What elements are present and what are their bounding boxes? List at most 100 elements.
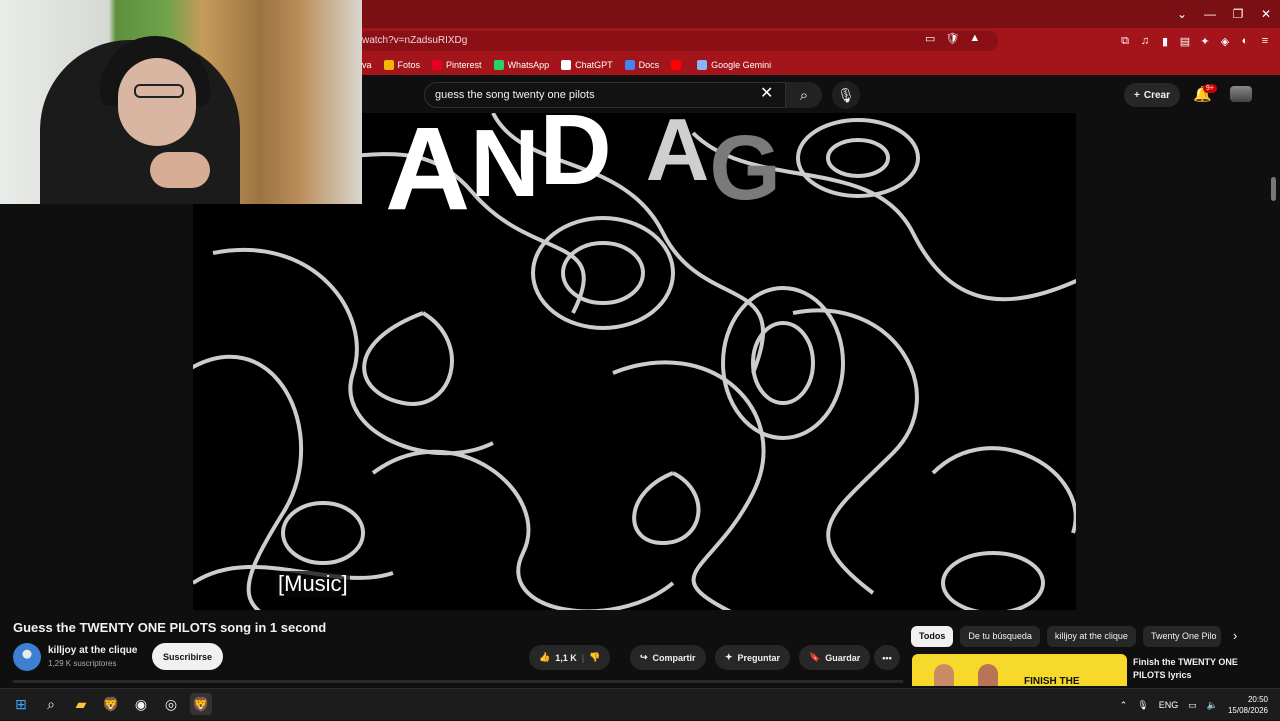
date: 15/08/2026 [1227, 706, 1268, 715]
network-icon[interactable]: ▭ [1188, 700, 1197, 711]
wallet-icon[interactable]: ▤ [1178, 31, 1192, 51]
divider: | [581, 652, 585, 663]
channel-avatar[interactable] [13, 643, 41, 671]
minimize-button[interactable]: — [1196, 0, 1224, 28]
comments-divider [13, 680, 903, 683]
like-button[interactable]: 👍 1,1 K | 👎 [529, 645, 611, 670]
bookmark-label: WhatsApp [507, 59, 550, 70]
bookmark-item[interactable] [671, 59, 685, 70]
bookmark-item[interactable]: va [362, 60, 372, 70]
windows-start-icon[interactable]: ⊞ [10, 693, 32, 715]
webcam-face [118, 58, 196, 146]
app-icon-2[interactable]: ◎ [160, 693, 182, 715]
lyric-letter: A [645, 100, 710, 199]
share-label: Compartir [652, 652, 696, 663]
bookmark-label: ChatGPT [575, 59, 613, 70]
thumb-face [978, 664, 998, 686]
thumb-face [934, 664, 954, 686]
language-indicator[interactable]: ENG [1159, 700, 1179, 710]
search-icon[interactable]: ⌕ [40, 693, 62, 715]
more-icon: ••• [882, 652, 892, 663]
bookmark-icon: 🔖 [809, 652, 821, 662]
ask-button[interactable]: ✦ Preguntar [715, 645, 791, 670]
sidebar-icon[interactable]: ▮ [1158, 31, 1172, 51]
chevron-down-icon[interactable]: ⌄ [1168, 0, 1196, 28]
sparkle-icon: ✦ [725, 652, 733, 662]
chevron-up-icon[interactable]: ⌃ [1120, 700, 1128, 711]
brave-icon[interactable]: 🦁 [100, 693, 122, 715]
lyric-letter: N [470, 110, 540, 217]
bookmark-label: Pinterest [446, 59, 482, 70]
share-button[interactable]: ↪ Compartir [630, 645, 706, 670]
extensions-icon[interactable]: ⧉ [1118, 31, 1132, 51]
chip-todos[interactable]: Todos [911, 626, 954, 647]
bookmark-item[interactable]: Pinterest [432, 59, 482, 70]
brave-active-icon[interactable]: 🦁 [190, 693, 212, 715]
bookmark-icon [624, 59, 635, 70]
brave-shield-icon[interactable]: 🛡 [945, 32, 959, 45]
time: 20:50 [1247, 695, 1268, 704]
lyric-letter: D [539, 94, 612, 206]
window-controls: ⌄ — ❐ ✕ [1168, 0, 1280, 28]
scrollbar[interactable] [1270, 113, 1278, 673]
bookmark-label: Fotos [397, 59, 421, 70]
more-actions-button[interactable]: ••• [874, 645, 900, 670]
chip-artist[interactable]: Twenty One Pilo [1142, 626, 1221, 647]
lyric-letter: A [385, 103, 471, 235]
save-button[interactable]: 🔖 Guardar [799, 645, 871, 670]
brave-rewards-icon[interactable]: ▲ [969, 32, 980, 45]
bookmark-item[interactable]: WhatsApp [493, 59, 550, 70]
bookmark-icon [671, 59, 682, 70]
lyric-text: A N D A G [385, 100, 781, 228]
menu-icon[interactable]: ≡ [1258, 31, 1272, 51]
related-thumbnail[interactable]: FINISH THE [912, 654, 1127, 686]
like-count: 1,1 K [555, 652, 577, 663]
bookmark-item[interactable]: Docs [624, 59, 659, 70]
chip-from-search[interactable]: De tu búsqueda [960, 626, 1040, 647]
ai-icon[interactable]: ✦ [1198, 31, 1212, 51]
voice-search-button[interactable]: 🎙 [832, 81, 860, 109]
microphone-icon[interactable]: 🎙 [1137, 700, 1148, 711]
bookmark-label: va [362, 59, 372, 70]
vpn-icon[interactable]: ◈ [1218, 31, 1232, 51]
webcam-hands [150, 152, 210, 188]
chevron-right-icon[interactable]: › [1233, 628, 1237, 643]
search-button[interactable]: ⌕ [786, 82, 822, 108]
chip-channel[interactable]: killjoy at the clique [1046, 626, 1136, 647]
music-icon[interactable]: ♫ [1138, 31, 1152, 51]
bookmark-icon [432, 59, 443, 70]
profile-icon[interactable]: ◐ [1238, 31, 1252, 51]
subscribe-button[interactable]: Suscribirse [152, 643, 224, 670]
clock[interactable]: 20:50 15/08/2026 [1228, 694, 1268, 716]
channel-name[interactable]: killjoy at the clique [48, 645, 137, 656]
bookmark-icon [697, 59, 708, 70]
bookmark-item[interactable]: ChatGPT [561, 59, 613, 70]
video-title: Guess the TWENTY ONE PILOTS song in 1 se… [13, 620, 327, 635]
bookmark-item[interactable]: Fotos [383, 59, 421, 70]
avatar[interactable] [1230, 86, 1252, 102]
thumbs-up-icon: 👍 [539, 652, 551, 662]
webcam-glasses [134, 84, 184, 98]
cast-icon[interactable]: ▭ [925, 32, 935, 45]
url-actions: ▭ 🛡 ▲ [925, 32, 980, 45]
folder-icon[interactable]: ▰ [70, 693, 92, 715]
bookmark-icon [561, 59, 572, 70]
restore-button[interactable]: ❐ [1224, 0, 1252, 28]
create-button[interactable]: + Crear [1124, 83, 1180, 107]
close-button[interactable]: ✕ [1252, 0, 1280, 28]
related-title[interactable]: Finish the TWENTY ONE PILOTS lyrics [1133, 656, 1253, 682]
ask-label: Preguntar [737, 652, 781, 663]
lyric-letter: G [709, 117, 781, 219]
create-label: Crear [1143, 89, 1170, 101]
search-icon: ⌕ [799, 86, 809, 104]
taskbar-apps: ⊞ ⌕ ▰ 🦁 ◉ ◎ 🦁 [10, 693, 212, 715]
url-input[interactable]: watch?v=nZadsuRIXDg [358, 31, 998, 51]
volume-icon[interactable]: 🔈 [1207, 700, 1218, 711]
taskbar: ⊞ ⌕ ▰ 🦁 ◉ ◎ 🦁 ⌃ 🎙 ENG ▭ 🔈 20:50 15/08/20… [0, 688, 1280, 720]
subscriber-count: 1,29 K suscriptores [48, 659, 117, 668]
app-icon[interactable]: ◉ [130, 693, 152, 715]
bookmark-item[interactable]: Google Gemini [697, 59, 772, 70]
save-label: Guardar [825, 652, 861, 663]
thumbs-down-icon[interactable]: 👎 [589, 652, 600, 663]
bookmark-label: Google Gemini [711, 59, 772, 70]
